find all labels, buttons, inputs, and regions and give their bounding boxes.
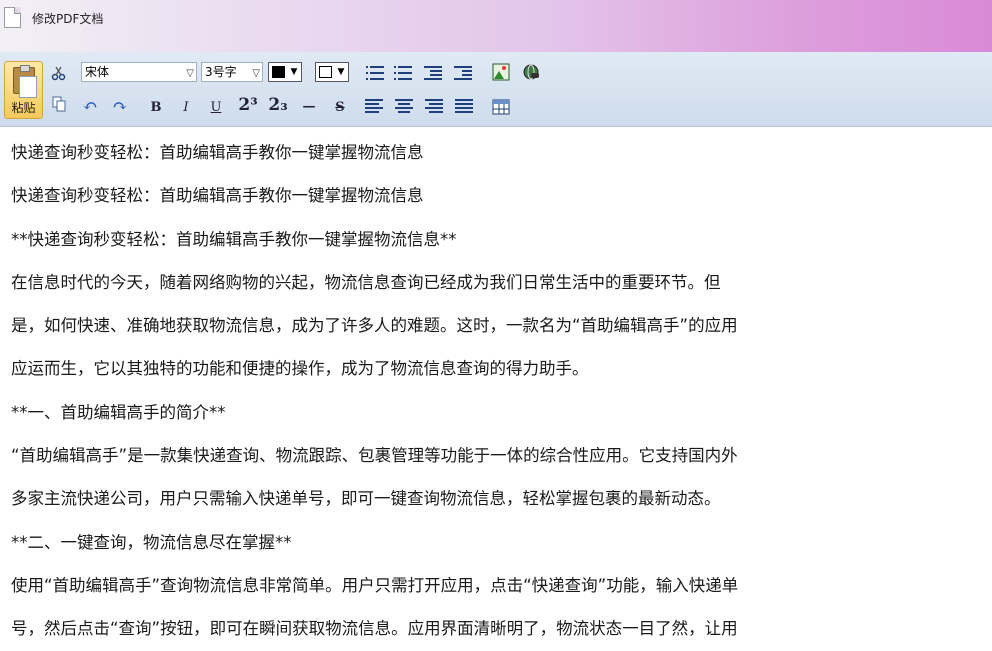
superscript-button[interactable]: 2³ [236,95,260,115]
paragraph: 多家主流快递公司，用户只需输入快递单号，即可一键查询物流信息，轻松掌握包裹的最新… [11,489,721,509]
paragraph: 使用“首助编辑高手”查询物流信息非常简单。用户只需打开应用，点击“快递查询”功能… [11,575,739,595]
align-center-icon[interactable] [395,99,413,115]
dropdown-arrow-icon: ▼ [337,67,345,77]
align-right-icon[interactable] [425,99,443,115]
background-color-picker[interactable]: ▼ [315,62,349,82]
justify-icon[interactable] [455,99,473,115]
font-family-select[interactable]: 宋体 ▽ [81,62,197,82]
paragraph: 在信息时代的今天，随着网络购物的兴起，物流信息查询已经成为我们日常生活中的重要环… [11,272,721,292]
outdent-icon[interactable] [424,65,442,81]
underline-button[interactable]: U [206,97,226,117]
text-color-picker[interactable]: ▼ [268,62,302,82]
window-title: 修改PDF文档 [32,12,104,26]
chevron-down-icon: ▽ [252,68,260,79]
paragraph: 快递查询秒变轻松：首助编辑高手教你一键掌握物流信息 [11,143,424,162]
numbered-list-icon[interactable] [366,65,384,81]
copy-icon[interactable] [49,94,69,114]
paragraph: **一、首助编辑高手的简介** [11,402,226,422]
bullet-list-icon[interactable] [394,65,412,81]
paste-label: 粘贴 [11,101,36,115]
font-size-select[interactable]: 3号字 ▽ [201,62,263,82]
paragraph: **二、一键查询，物流信息尽在掌握** [11,532,292,552]
italic-button[interactable]: I [176,97,196,117]
document-icon [4,7,21,28]
insert-table-icon[interactable] [491,97,511,117]
paragraph: 应运而生，它以其独特的功能和便捷的操作，成为了物流信息查询的得力助手。 [11,359,589,379]
paragraph: “首助编辑高手”是一款集快递查询、物流跟踪、包裹管理等功能于一体的综合性应用。它… [11,446,738,466]
redo-icon[interactable]: ↷ [110,96,130,117]
align-left-icon[interactable] [365,99,383,115]
insert-image-icon[interactable] [491,62,511,82]
title-bar: 修改PDF文档 [0,0,992,52]
document-editor[interactable]: 快递查询秒变轻松：首助编辑高手教你一键掌握物流信息 快递查询秒变轻松：首助编辑高… [11,131,992,651]
horizontal-rule-button[interactable]: — [299,96,319,116]
paragraph: 是，如何快速、准确地获取物流信息，成为了许多人的难题。这时，一款名为“首助编辑高… [11,316,738,336]
editor-toolbar: 粘贴 宋体 ▽ 3号字 ▽ ▼ ▼ ↶ ↷ B I U 2³ 2₃ — S [0,52,992,127]
indent-icon[interactable] [454,65,472,81]
paragraph: 快递查询秒变轻松：首助编辑高手教你一键掌握物流信息 [11,186,424,206]
paragraph: **快递查询秒变轻松：首助编辑高手教你一键掌握物流信息** [11,229,457,249]
bold-button[interactable]: B [146,97,166,117]
paragraph: 号，然后点击“查询”按钮，即可在瞬间获取物流信息。应用界面清晰明了，物流状态一目… [11,619,738,639]
cut-icon[interactable] [49,63,69,83]
subscript-button[interactable]: 2₃ [266,95,290,115]
dropdown-arrow-icon: ▼ [290,67,298,77]
undo-icon[interactable]: ↶ [80,96,100,117]
paste-button[interactable]: 粘贴 [4,61,43,119]
color-swatch [272,66,285,78]
chevron-down-icon: ▽ [186,68,194,79]
color-swatch [319,66,332,78]
insert-link-icon[interactable] [521,62,541,82]
strikethrough-button[interactable]: S [330,97,350,117]
